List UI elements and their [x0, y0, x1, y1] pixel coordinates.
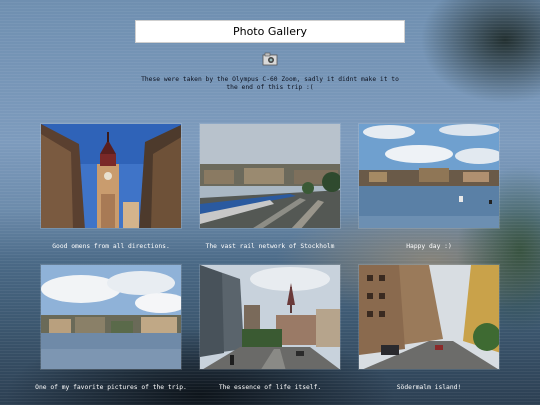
- page-title-text: Photo Gallery: [232, 25, 308, 38]
- photo-caption-2: The vast rail network of Stockholm: [205, 243, 335, 250]
- photo-caption-3: Happy day :): [406, 243, 452, 250]
- photo-thumbnail-2[interactable]: [199, 123, 341, 229]
- photo-thumbnail-6[interactable]: [358, 264, 500, 370]
- photo-caption-5: The essence of life itself.: [218, 384, 322, 391]
- page-title: Photo Gallery: [135, 20, 405, 43]
- photo-thumbnail-4[interactable]: [40, 264, 182, 370]
- photo-caption-1: Good omens from all directions.: [52, 243, 170, 250]
- camera-icon: [262, 52, 278, 66]
- photo-caption-6: Södermalm island!: [396, 384, 462, 391]
- intro-text: These were taken by the Olympus C-60 Zoo…: [141, 76, 399, 91]
- photo-caption-4: One of my favorite pictures of the trip.: [35, 384, 187, 391]
- photo-thumbnail-1[interactable]: [40, 123, 182, 229]
- photo-thumbnail-5[interactable]: [199, 264, 341, 370]
- photo-thumbnail-3[interactable]: [358, 123, 500, 229]
